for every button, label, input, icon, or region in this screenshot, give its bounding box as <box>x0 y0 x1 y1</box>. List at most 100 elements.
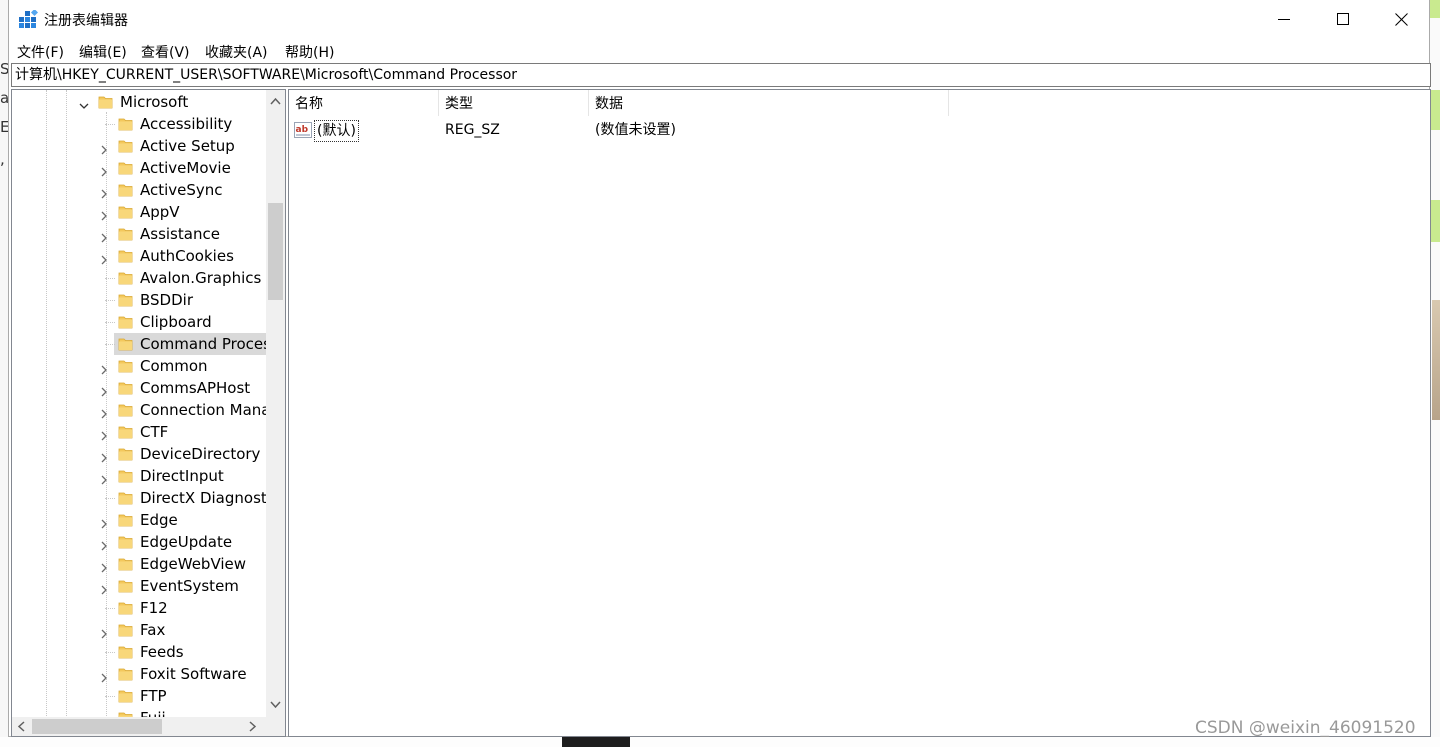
maximize-button[interactable] <box>1314 0 1372 38</box>
tree-item[interactable]: AuthCookies <box>12 245 285 267</box>
tree-horizontal-scrollbar[interactable] <box>12 717 266 736</box>
chevron-right-icon[interactable] <box>98 206 110 221</box>
registry-value-list[interactable]: 名称 类型 数据 ab (默认) REG_SZ (数值未设置) <box>288 89 1431 737</box>
tree-item[interactable]: DirectX Diagnostic Tool <box>12 487 285 509</box>
tree-item[interactable]: Fax <box>12 619 285 641</box>
tree-item[interactable]: BSDDir <box>12 289 285 311</box>
chevron-right-icon[interactable] <box>98 470 110 485</box>
tree-item[interactable]: Feeds <box>12 641 285 663</box>
folder-icon <box>118 160 133 176</box>
tree-item-microsoft[interactable]: Microsoft <box>12 91 285 113</box>
folder-icon <box>118 270 133 286</box>
chevron-right-icon[interactable] <box>98 448 110 463</box>
chevron-right-icon[interactable] <box>98 404 110 419</box>
folder-icon <box>98 94 113 110</box>
value-row[interactable]: ab (默认) REG_SZ (数值未设置) <box>289 118 1430 142</box>
chevron-right-icon[interactable] <box>98 382 110 397</box>
menu-view[interactable]: 查看(V) <box>141 42 190 62</box>
folder-icon <box>118 248 133 264</box>
registry-key-tree[interactable]: Microsoft Accessibility Active Setup Active… <box>11 89 286 737</box>
tree-item[interactable]: Active Setup <box>12 135 285 157</box>
chevron-right-icon[interactable] <box>98 360 110 375</box>
value-data: (数值未设置) <box>595 122 676 138</box>
folder-icon <box>118 204 133 220</box>
maximize-icon <box>1337 13 1349 25</box>
value-type: REG_SZ <box>445 122 500 138</box>
chevron-right-icon[interactable] <box>98 184 110 199</box>
chevron-right-icon[interactable] <box>98 162 110 177</box>
scroll-right-icon[interactable] <box>247 721 258 732</box>
chevron-right-icon[interactable] <box>98 250 110 265</box>
tree-item[interactable]: Command Processor <box>12 333 285 355</box>
tree-item[interactable]: DeviceDirectory <box>12 443 285 465</box>
column-header-data[interactable]: 数据 <box>589 90 949 116</box>
scroll-up-icon[interactable] <box>270 96 281 107</box>
menu-favorites[interactable]: 收藏夹(A) <box>205 42 268 62</box>
tree-item[interactable]: F12 <box>12 597 285 619</box>
tree-item[interactable]: Avalon.Graphics <box>12 267 285 289</box>
folder-icon <box>118 578 133 594</box>
tree-item-label: DeviceDirectory <box>140 445 261 463</box>
close-button[interactable] <box>1372 0 1430 38</box>
tree-item-label: Connection Manager <box>140 401 286 419</box>
chevron-right-icon[interactable] <box>98 580 110 595</box>
tree-item[interactable]: Clipboard <box>12 311 285 333</box>
chevron-right-icon[interactable] <box>98 228 110 243</box>
menu-file[interactable]: 文件(F) <box>17 42 64 62</box>
tree-connector <box>105 124 115 125</box>
menu-help[interactable]: 帮助(H) <box>285 42 334 62</box>
background-edge-bottom <box>0 737 1440 747</box>
tree-item[interactable]: EdgeWebView <box>12 553 285 575</box>
chevron-right-icon[interactable] <box>98 536 110 551</box>
tree-item[interactable]: DirectInput <box>12 465 285 487</box>
title-bar[interactable]: 注册表编辑器 <box>9 0 1429 38</box>
tree-vertical-scrollbar[interactable] <box>266 90 285 717</box>
folder-icon <box>118 468 133 484</box>
value-name[interactable]: (默认) <box>314 120 359 142</box>
tree-connector <box>105 300 115 301</box>
scroll-left-icon[interactable] <box>16 721 27 732</box>
tree-item[interactable]: EventSystem <box>12 575 285 597</box>
folder-icon <box>118 138 133 154</box>
chevron-right-icon[interactable] <box>98 668 110 683</box>
vertical-scroll-thumb[interactable] <box>268 203 283 300</box>
tree-item[interactable]: Foxit Software <box>12 663 285 685</box>
address-bar[interactable]: 计算机\HKEY_CURRENT_USER\SOFTWARE\Microsoft… <box>11 63 1431 87</box>
tree-item[interactable]: Assistance <box>12 223 285 245</box>
minimize-button[interactable] <box>1255 0 1313 38</box>
tree-connector <box>105 278 115 279</box>
tree-item[interactable]: EdgeUpdate <box>12 531 285 553</box>
tree-item-label: Avalon.Graphics <box>140 269 262 287</box>
tree-item[interactable]: Common <box>12 355 285 377</box>
tree-item-label: CTF <box>140 423 169 441</box>
folder-icon <box>118 490 133 506</box>
svg-text:ab: ab <box>296 125 309 135</box>
chevron-down-icon[interactable] <box>78 96 90 109</box>
tree-item-label: EdgeUpdate <box>140 533 233 551</box>
chevron-right-icon[interactable] <box>98 558 110 573</box>
tree-item[interactable]: Accessibility <box>12 113 285 135</box>
tree-item-label: ActiveSync <box>140 181 223 199</box>
column-header-name[interactable]: 名称 <box>289 90 439 116</box>
column-header-type[interactable]: 类型 <box>439 90 589 116</box>
horizontal-scroll-thumb[interactable] <box>32 719 162 734</box>
tree-item[interactable]: Edge <box>12 509 285 531</box>
tree-connector <box>105 696 115 697</box>
tree-item[interactable]: ActiveSync <box>12 179 285 201</box>
chevron-right-icon[interactable] <box>98 514 110 529</box>
tree-item[interactable]: Connection Manager <box>12 399 286 421</box>
menu-edit[interactable]: 编辑(E) <box>79 42 127 62</box>
tree-item[interactable]: CTF <box>12 421 285 443</box>
folder-icon <box>118 292 133 308</box>
tree-item[interactable]: AppV <box>12 201 285 223</box>
chevron-right-icon[interactable] <box>98 624 110 639</box>
close-icon <box>1394 12 1408 26</box>
background-green-block <box>1430 90 1440 130</box>
scroll-down-icon[interactable] <box>270 699 281 710</box>
tree-item[interactable]: ActiveMovie <box>12 157 285 179</box>
tree-item[interactable]: FTP <box>12 685 285 707</box>
chevron-right-icon[interactable] <box>98 426 110 441</box>
tree-item-label: BSDDir <box>140 291 193 309</box>
tree-item[interactable]: CommsAPHost <box>12 377 285 399</box>
chevron-right-icon[interactable] <box>98 140 110 155</box>
